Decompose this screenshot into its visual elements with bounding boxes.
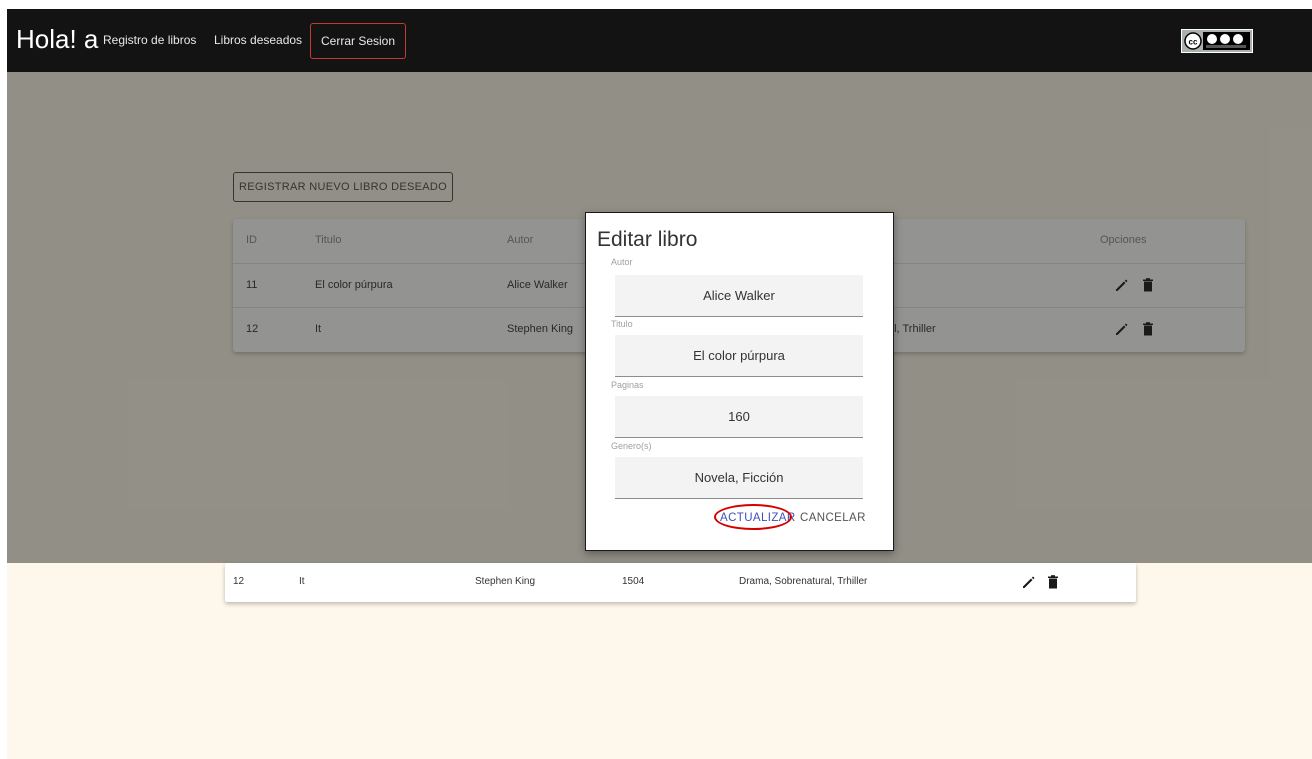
author-input[interactable] bbox=[615, 275, 863, 317]
update-button[interactable]: ACTUALIZAR bbox=[720, 509, 795, 527]
pencil-icon[interactable] bbox=[1021, 574, 1037, 592]
cancel-button[interactable]: CANCELAR bbox=[800, 509, 865, 527]
dialog-title: Editar libro bbox=[597, 228, 698, 251]
row-pages: 1504 bbox=[622, 576, 645, 587]
cc-license-logo: cc bbox=[1181, 29, 1253, 53]
row-id: 12 bbox=[233, 576, 245, 587]
row-title: It bbox=[299, 576, 305, 587]
title-input[interactable] bbox=[615, 335, 863, 377]
title-label: Titulo bbox=[611, 319, 633, 329]
pages-input[interactable] bbox=[615, 396, 863, 438]
trash-icon[interactable] bbox=[1045, 574, 1061, 592]
brand-greeting: Hola! a bbox=[16, 24, 99, 54]
author-label: Autor bbox=[611, 257, 633, 267]
svg-text:cc: cc bbox=[1189, 38, 1198, 47]
app-screen: Hola! a Registro de libros Libros desead… bbox=[7, 9, 1312, 759]
row-author: Stephen King bbox=[475, 576, 536, 587]
genres-input[interactable] bbox=[615, 457, 863, 499]
nav-link-registro-libros[interactable]: Registro de libros bbox=[103, 33, 196, 47]
top-navbar: Hola! a Registro de libros Libros desead… bbox=[7, 9, 1312, 72]
logout-button[interactable]: Cerrar Sesion bbox=[310, 23, 406, 59]
nav-link-libros-deseados[interactable]: Libros deseados bbox=[214, 33, 302, 47]
row-genres: Drama, Sobrenatural, Trhiller bbox=[739, 576, 868, 587]
lower-table-card: 12 It Stephen King 1504 Drama, Sobrenatu… bbox=[225, 563, 1136, 602]
genres-label: Genero(s) bbox=[611, 441, 652, 451]
edit-book-dialog: Editar libro Autor Titulo Paginas Genero… bbox=[585, 212, 894, 551]
pages-label: Paginas bbox=[611, 380, 644, 390]
